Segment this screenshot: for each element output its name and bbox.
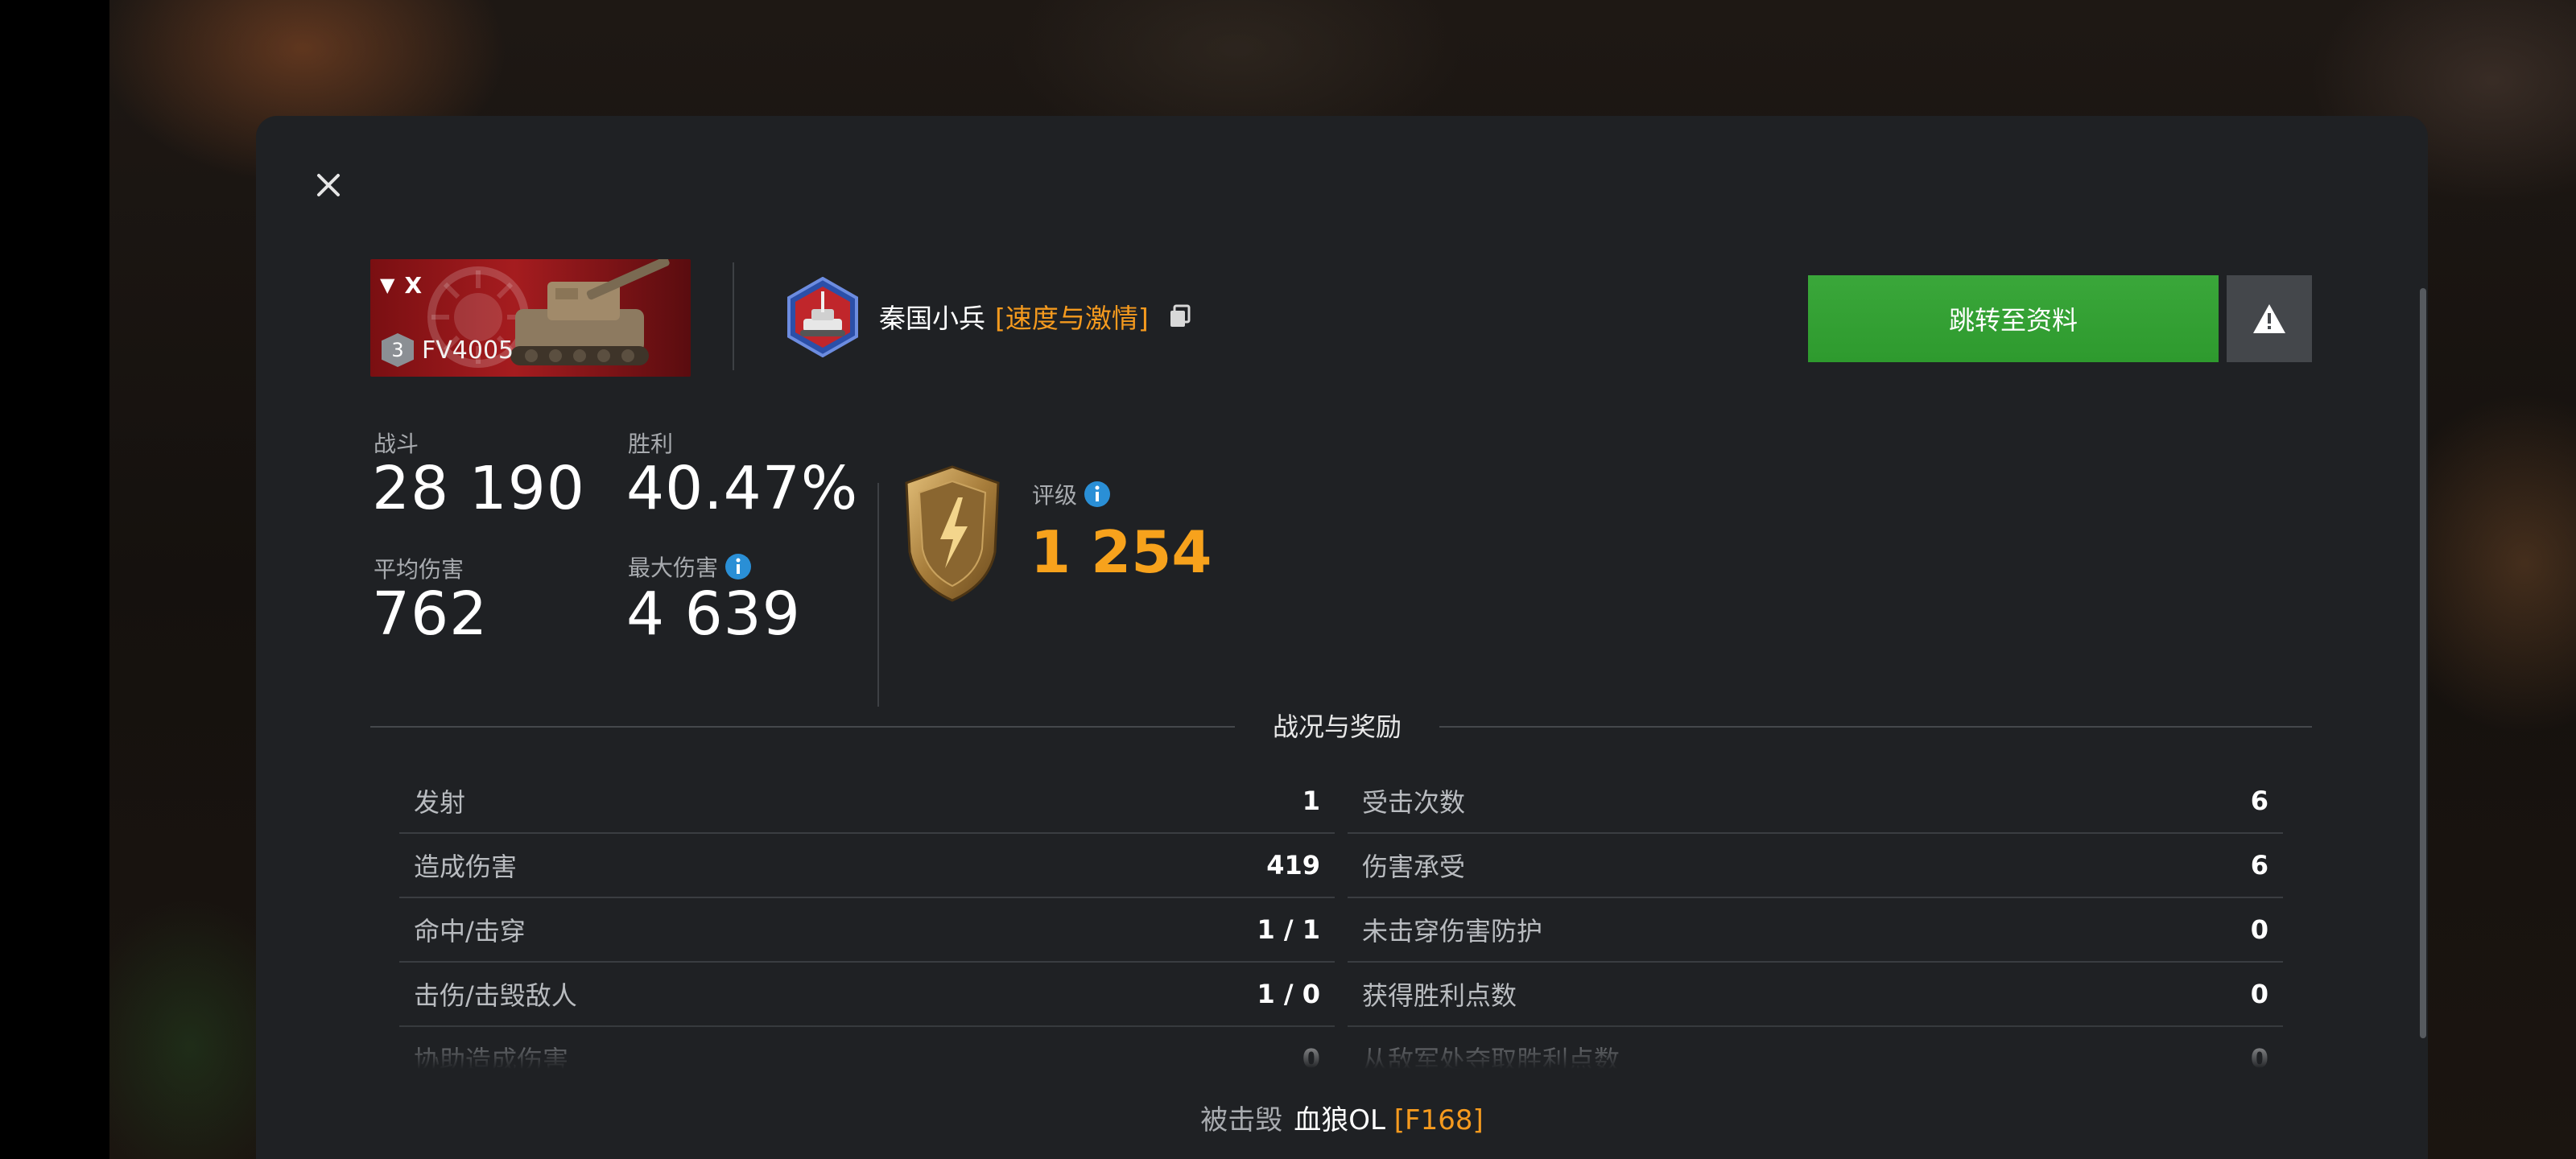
player-info: 秦国小兵 [速度与激情]	[879, 298, 1194, 335]
player-name[interactable]: 秦国小兵	[879, 297, 985, 336]
table-row: 造成伤害 419	[399, 834, 1335, 898]
warning-icon	[2253, 304, 2285, 333]
copy-icon[interactable]	[1166, 303, 1194, 330]
max-damage-label: 最大伤害	[628, 555, 719, 581]
tier-label: X	[404, 271, 423, 299]
destroyed-by-label: 被击毁	[1200, 1103, 1283, 1136]
tank-name-row: 3 FV4005	[382, 333, 514, 367]
table-row: 击伤/击毁敌人 1 / 0	[399, 963, 1335, 1027]
close-button[interactable]	[306, 163, 351, 208]
max-damage-value: 4 639	[626, 580, 801, 649]
table-row: 发射 1	[399, 769, 1335, 834]
tank-tier: ▼ X	[380, 270, 422, 299]
section-divider-left	[370, 726, 1235, 728]
row-value: 6	[2250, 786, 2268, 816]
winrate-value: 40.47%	[626, 454, 859, 523]
table-row: 伤害承受 6	[1348, 834, 2283, 898]
max-damage-label-row: 最大伤害	[628, 551, 752, 583]
rating-value: 1 254	[1030, 518, 1212, 586]
report-button[interactable]	[2227, 275, 2312, 362]
go-to-profile-button[interactable]: 跳转至资料	[1808, 275, 2219, 362]
row-value: 1 / 1	[1257, 914, 1321, 945]
battle-result-modal: ▼ X 3 FV4005 秦国小兵 [速度与激情] 跳转至资料 战斗 28 19…	[256, 116, 2428, 1159]
row-label: 获得胜利点数	[1362, 980, 1517, 1011]
close-icon	[317, 174, 340, 196]
row-label: 击伤/击毁敌人	[414, 980, 577, 1011]
rating-shield-icon	[905, 465, 1000, 602]
tank-name: FV4005	[422, 336, 514, 365]
section-divider-right	[1439, 726, 2312, 728]
row-value: 6	[2250, 850, 2268, 881]
clan-emblem-icon[interactable]	[782, 277, 863, 357]
info-icon[interactable]	[1084, 481, 1111, 508]
battle-stats-table[interactable]: 发射 1 造成伤害 419 命中/击穿 1 / 1 击伤/击毁敌人 1 / 0 …	[399, 769, 2283, 1069]
row-value: 1 / 0	[1257, 979, 1321, 1009]
row-value: 1	[1302, 786, 1320, 816]
destroyed-by-line: 被击毁 血狼OL [F168]	[256, 1093, 2428, 1141]
table-row: 获得胜利点数 0	[1348, 963, 2283, 1027]
stats-column-left: 发射 1 造成伤害 419 命中/击穿 1 / 1 击伤/击毁敌人 1 / 0 …	[399, 769, 1335, 1069]
table-row: 受击次数 6	[1348, 769, 2283, 834]
row-value: 0	[2250, 979, 2268, 1009]
stats-column-right: 受击次数 6 伤害承受 6 未击穿伤害防护 0 获得胜利点数 0 从敌军处夺取胜…	[1348, 769, 2283, 1069]
killer-info[interactable]: 血狼OL [F168]	[1294, 1098, 1484, 1137]
info-icon[interactable]	[724, 553, 752, 580]
row-value: 0	[1302, 1043, 1320, 1069]
stats-divider	[877, 483, 879, 707]
row-value: 0	[2250, 914, 2268, 945]
tank-image	[510, 259, 670, 365]
screen: ▼ X 3 FV4005 秦国小兵 [速度与激情] 跳转至资料 战斗 28 19…	[0, 0, 2576, 1159]
scrollbar[interactable]	[2420, 288, 2426, 1038]
table-row: 从敌军处夺取胜利点数 0	[1348, 1027, 2283, 1069]
section-title: 战况与奖励	[1272, 711, 1402, 742]
tank-banner: ▼ X 3 FV4005	[370, 259, 691, 377]
tier-arrow-icon: ▼	[380, 274, 395, 296]
avg-damage-value: 762	[372, 580, 489, 649]
table-row: 命中/击穿 1 / 1	[399, 898, 1335, 963]
header-divider	[733, 262, 734, 370]
row-label: 未击穿伤害防护	[1362, 916, 1543, 947]
killer-name: 血狼OL	[1294, 1103, 1385, 1136]
killer-tank: [F168]	[1393, 1103, 1484, 1136]
row-label: 发射	[414, 787, 466, 818]
row-label: 受击次数	[1362, 787, 1466, 818]
row-label: 协助造成伤害	[414, 1045, 569, 1069]
rating-label: 评级	[1032, 482, 1078, 509]
rating-label-row: 评级	[1032, 478, 1111, 510]
clan-tag[interactable]: [速度与激情]	[995, 297, 1149, 336]
row-label: 命中/击穿	[414, 916, 526, 947]
row-label: 从敌军处夺取胜利点数	[1362, 1045, 1620, 1069]
row-label: 造成伤害	[414, 852, 518, 882]
row-value: 0	[2250, 1043, 2268, 1069]
table-row: 未击穿伤害防护 0	[1348, 898, 2283, 963]
battles-value: 28 190	[372, 454, 585, 523]
row-label: 伤害承受	[1362, 852, 1466, 882]
table-row: 协助造成伤害 0	[399, 1027, 1335, 1069]
row-value: 419	[1266, 850, 1320, 881]
mastery-badge-icon: 3	[382, 333, 414, 367]
